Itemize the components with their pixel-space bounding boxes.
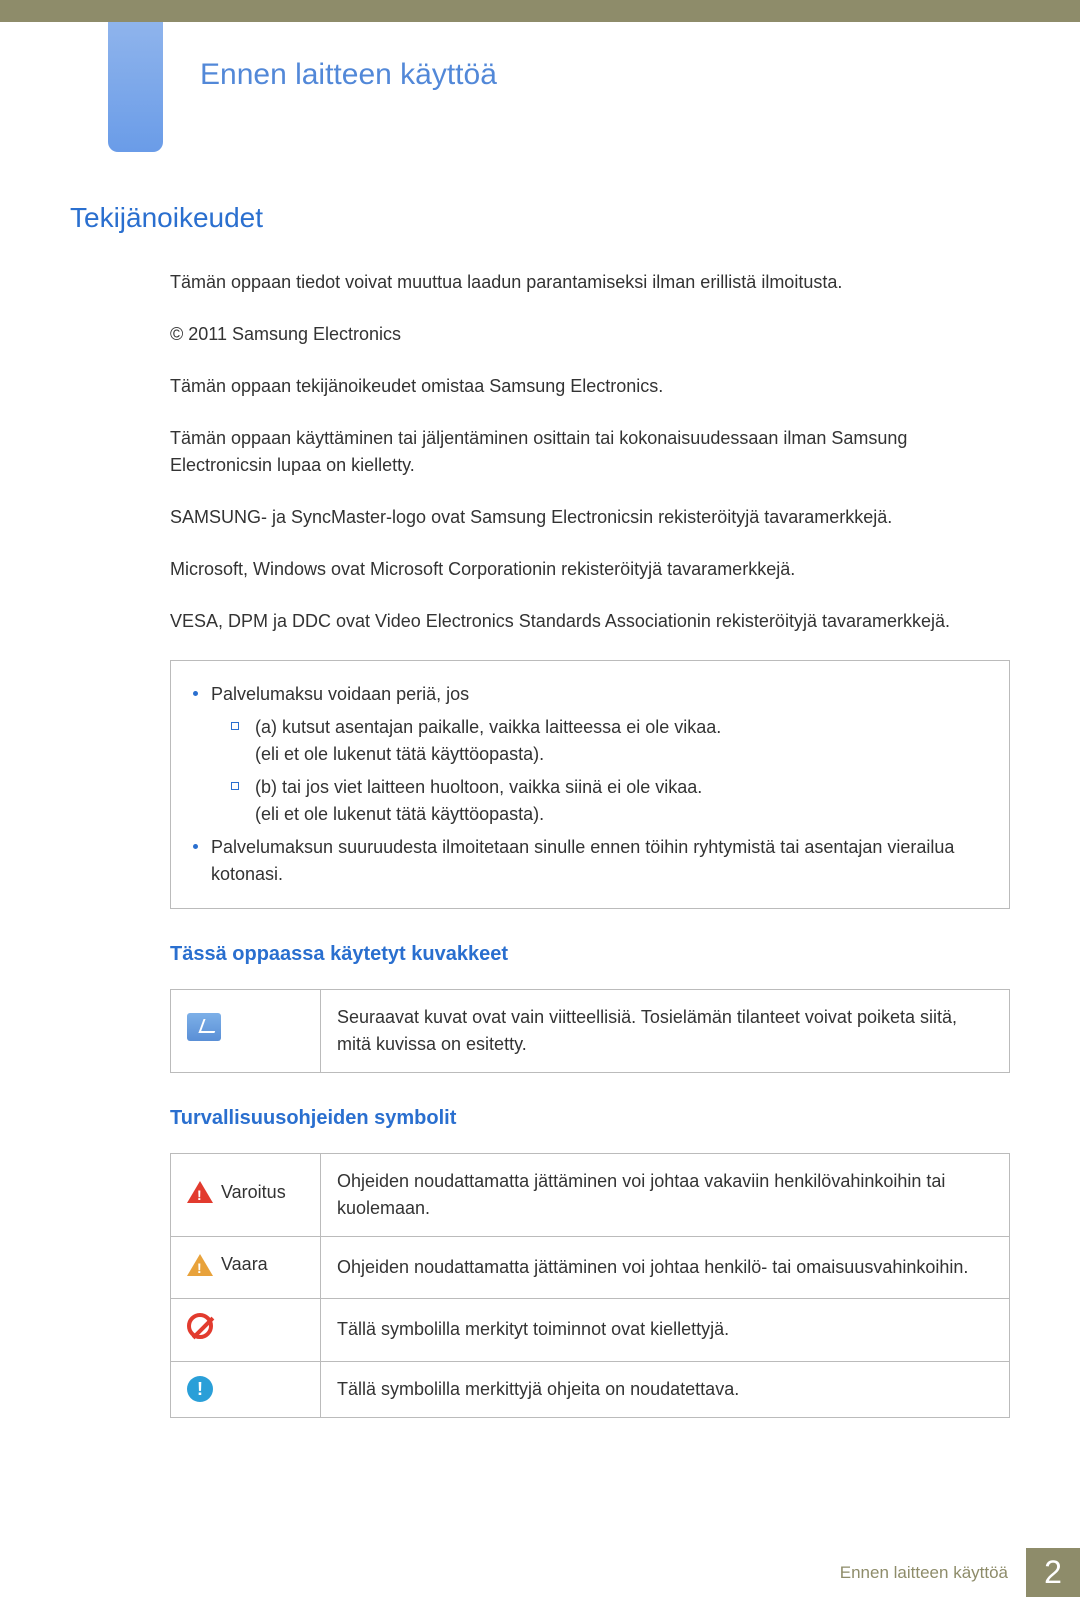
icon-cell bbox=[171, 990, 321, 1073]
page-footer: Ennen laitteen käyttöä 2 bbox=[0, 1548, 1080, 1597]
notice-description: Tällä symbolilla merkittyjä ohjeita on n… bbox=[321, 1361, 1010, 1417]
icon-cell: Vaara bbox=[171, 1237, 321, 1299]
icon-description: Seuraavat kuvat ovat vain viitteellisiä.… bbox=[321, 990, 1010, 1073]
warning-label: Varoitus bbox=[221, 1179, 286, 1206]
caution-triangle-icon bbox=[187, 1254, 213, 1276]
icons-table: Seuraavat kuvat ovat vain viitteellisiä.… bbox=[170, 989, 1010, 1073]
table-row: Seuraavat kuvat ovat vain viitteellisiä.… bbox=[171, 990, 1010, 1073]
note-icon bbox=[187, 1013, 221, 1041]
fee-item: Palvelumaksun suuruudesta ilmoitetaan si… bbox=[189, 834, 991, 888]
service-fee-box: Palvelumaksu voidaan periä, jos (a) kuts… bbox=[170, 660, 1010, 909]
body-paragraph: SAMSUNG- ja SyncMaster-logo ovat Samsung… bbox=[170, 504, 1010, 531]
fee-subitem-text: (b) tai jos viet laitteen huoltoon, vaik… bbox=[255, 777, 702, 797]
fee-subitem: (b) tai jos viet laitteen huoltoon, vaik… bbox=[211, 774, 991, 828]
top-bar bbox=[0, 0, 1080, 22]
table-row: Tällä symbolilla merkityt toiminnot ovat… bbox=[171, 1298, 1010, 1361]
body-paragraph: Tämän oppaan tekijänoikeudet omistaa Sam… bbox=[170, 373, 1010, 400]
warning-triangle-icon bbox=[187, 1181, 213, 1203]
body-paragraph: © 2011 Samsung Electronics bbox=[170, 321, 1010, 348]
body-paragraph: VESA, DPM ja DDC ovat Video Electronics … bbox=[170, 608, 1010, 635]
notice-icon: ! bbox=[187, 1376, 213, 1402]
caution-description: Ohjeiden noudattamatta jättäminen voi jo… bbox=[321, 1237, 1010, 1299]
safety-symbols-table: Varoitus Ohjeiden noudattamatta jättämin… bbox=[170, 1153, 1010, 1418]
icon-cell: ! bbox=[171, 1361, 321, 1417]
table-row: Vaara Ohjeiden noudattamatta jättäminen … bbox=[171, 1237, 1010, 1299]
fee-subitem-text: (a) kutsut asentajan paikalle, vaikka la… bbox=[255, 717, 721, 737]
chapter-tab bbox=[108, 22, 163, 152]
fee-subitem-text: (eli et ole lukenut tätä käyttöopasta). bbox=[255, 804, 544, 824]
caution-label: Vaara bbox=[221, 1251, 268, 1278]
warning-description: Ohjeiden noudattamatta jättäminen voi jo… bbox=[321, 1154, 1010, 1237]
icon-cell: Varoitus bbox=[171, 1154, 321, 1237]
table-row: Varoitus Ohjeiden noudattamatta jättämin… bbox=[171, 1154, 1010, 1237]
prohibit-icon bbox=[187, 1313, 213, 1339]
chapter-title: Ennen laitteen käyttöä bbox=[200, 52, 1080, 97]
icon-cell bbox=[171, 1298, 321, 1361]
body-paragraph: Tämän oppaan tiedot voivat muuttua laadu… bbox=[170, 269, 1010, 296]
page-content: Tekijänoikeudet Tämän oppaan tiedot voiv… bbox=[0, 197, 1080, 1548]
fee-item: Palvelumaksu voidaan periä, jos bbox=[189, 681, 991, 708]
prohibit-description: Tällä symbolilla merkityt toiminnot ovat… bbox=[321, 1298, 1010, 1361]
footer-page-number: 2 bbox=[1026, 1548, 1080, 1597]
body-paragraph: Tämän oppaan käyttäminen tai jäljentämin… bbox=[170, 425, 1010, 479]
fee-subitem-text: (eli et ole lukenut tätä käyttöopasta). bbox=[255, 744, 544, 764]
icons-heading: Tässä oppaassa käytetyt kuvakkeet bbox=[170, 939, 1010, 969]
section-title: Tekijänoikeudet bbox=[70, 197, 1010, 239]
page-header: Ennen laitteen käyttöä bbox=[0, 22, 1080, 137]
fee-subitem: (a) kutsut asentajan paikalle, vaikka la… bbox=[211, 714, 991, 768]
footer-chapter-label: Ennen laitteen käyttöä bbox=[822, 1548, 1026, 1597]
safety-heading: Turvallisuusohjeiden symbolit bbox=[170, 1103, 1010, 1133]
body-paragraph: Microsoft, Windows ovat Microsoft Corpor… bbox=[170, 556, 1010, 583]
table-row: ! Tällä symbolilla merkittyjä ohjeita on… bbox=[171, 1361, 1010, 1417]
